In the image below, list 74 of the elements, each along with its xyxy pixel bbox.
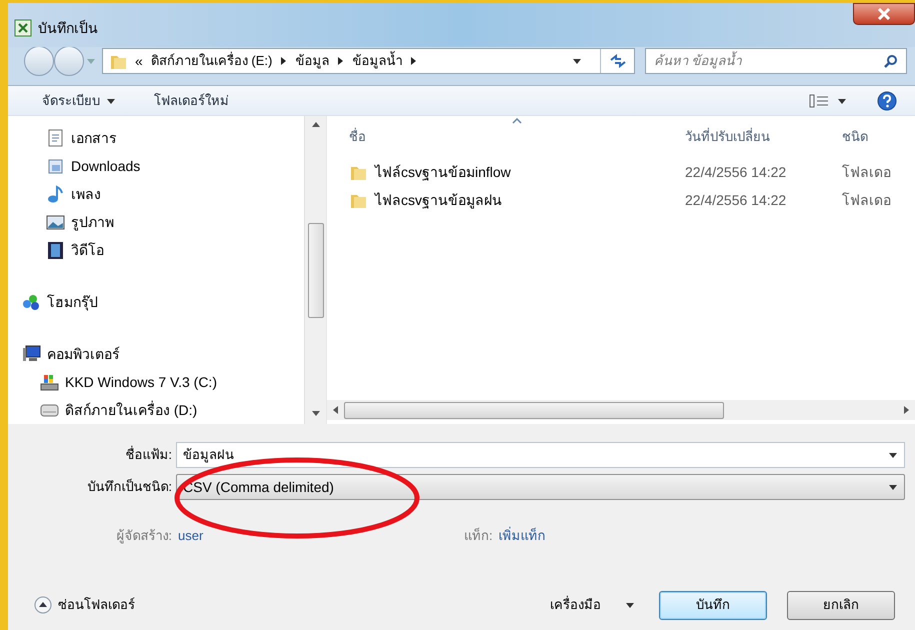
search-box[interactable]: ค้นหา ข้อมูลน้ำ <box>645 48 907 74</box>
scroll-down-icon[interactable] <box>312 411 320 416</box>
horizontal-scrollbar[interactable] <box>327 400 915 420</box>
caret-icon <box>86 57 96 65</box>
navigation-item[interactable]: วิดีโอ <box>71 241 104 259</box>
document-icon <box>46 129 65 147</box>
hide-folders-button[interactable]: ซ่อนโฟลเดอร์ <box>34 595 135 615</box>
search-icon <box>884 54 898 68</box>
help-icon <box>877 90 897 110</box>
cancel-button[interactable]: ยกเลิก <box>787 590 895 620</box>
film-icon <box>46 241 65 259</box>
collapse-icon <box>34 596 52 614</box>
window-title: บันทึกเป็น <box>38 19 98 37</box>
navigation-item[interactable]: Downloads <box>71 157 140 175</box>
file-name[interactable]: ไฟล์csvฐานข้อมinflow <box>375 162 511 182</box>
file-name[interactable]: ไฟลcsvฐานข้อมูลฝน <box>375 190 502 210</box>
navigation-item[interactable]: KKD Windows 7 V.3 (C:) <box>65 373 217 391</box>
caret-icon <box>106 96 116 104</box>
table-cell-text: โฟลเดอ <box>841 162 891 182</box>
scroll-thumb[interactable] <box>308 223 324 318</box>
add-tag-link[interactable]: เพิ่มแท็ก <box>498 526 546 546</box>
scroll-right-icon[interactable] <box>904 406 909 414</box>
field-label: ผู้จัดสร้าง: <box>115 527 173 546</box>
table-cell-text: 22/4/2556 14:22 <box>684 190 788 210</box>
save-button[interactable]: บันทึก <box>659 590 767 620</box>
vertical-scrollbar[interactable] <box>304 116 326 424</box>
authors-link[interactable]: user <box>178 526 464 546</box>
caret-icon <box>888 483 898 491</box>
music-note-icon <box>46 185 65 203</box>
file-name-field[interactable]: ข้อมูลฝน <box>183 445 888 465</box>
field-label: ชื่อแฟ้ม: <box>124 445 173 464</box>
column-header[interactable]: ชนิด <box>834 127 915 147</box>
close-icon <box>877 8 891 20</box>
arrow-right-icon <box>337 56 344 66</box>
details-view-icon <box>809 94 829 108</box>
new-folder-button[interactable]: โฟลเดอร์ใหม่ <box>154 90 229 110</box>
caret-icon <box>625 601 635 609</box>
overflow-chevron[interactable]: « <box>135 50 143 72</box>
view-options-button[interactable] <box>809 94 847 108</box>
field-label: แท็ก: <box>464 526 493 546</box>
navigation-item[interactable]: ดิสก์ภายในเครื่อง (D:) <box>65 401 198 419</box>
picture-icon <box>46 213 65 231</box>
navigation-item[interactable]: โฮมกรุ๊ป <box>47 293 98 311</box>
organize-menu[interactable]: จัดระเบียบ <box>42 90 116 110</box>
navigation-item[interactable]: เอกสาร <box>71 129 117 147</box>
field-label: บันทึกเป็นชนิด: <box>86 478 173 496</box>
column-header[interactable]: วันที่ปรับเปลี่ยน <box>677 127 834 147</box>
caret-icon <box>837 96 847 104</box>
navigation-item[interactable]: คอมพิวเตอร์ <box>47 345 120 363</box>
excel-icon <box>14 19 32 37</box>
table-cell-text: 22/4/2556 14:22 <box>684 162 788 182</box>
scroll-left-icon[interactable] <box>333 406 338 414</box>
close-button[interactable] <box>853 3 915 25</box>
caret-icon <box>572 57 582 65</box>
address-bar[interactable]: « ดิสก์ภายในเครื่อง (E:) ข้อมูล ข้อมูลน้ำ <box>102 48 635 74</box>
arrow-right-icon <box>280 56 288 66</box>
breadcrumb[interactable]: ข้อมูล <box>295 51 330 71</box>
navigation-item[interactable]: เพลง <box>71 185 101 203</box>
breadcrumb[interactable]: ดิสก์ภายในเครื่อง (E:) <box>150 51 272 71</box>
computer-icon <box>22 345 41 363</box>
file-name-combobox[interactable]: ข้อมูลฝน <box>176 442 905 468</box>
downloads-icon <box>46 157 65 175</box>
search-field[interactable]: ค้นหา ข้อมูลน้ำ <box>654 51 884 71</box>
breadcrumb[interactable]: ข้อมูลน้ำ <box>352 51 402 71</box>
tools-menu[interactable]: เครื่องมือ <box>550 595 635 615</box>
refresh-icon <box>608 54 626 68</box>
navigation-item[interactable]: รูปภาพ <box>71 213 114 231</box>
drive-icon <box>40 373 59 391</box>
homegroup-icon <box>22 293 41 311</box>
table-cell-text: โฟลเดอ <box>841 190 891 210</box>
column-header[interactable]: ชื่อ <box>327 127 677 147</box>
arrow-right-icon <box>410 56 418 66</box>
caret-icon <box>888 451 898 459</box>
scroll-up-icon[interactable] <box>312 122 320 127</box>
